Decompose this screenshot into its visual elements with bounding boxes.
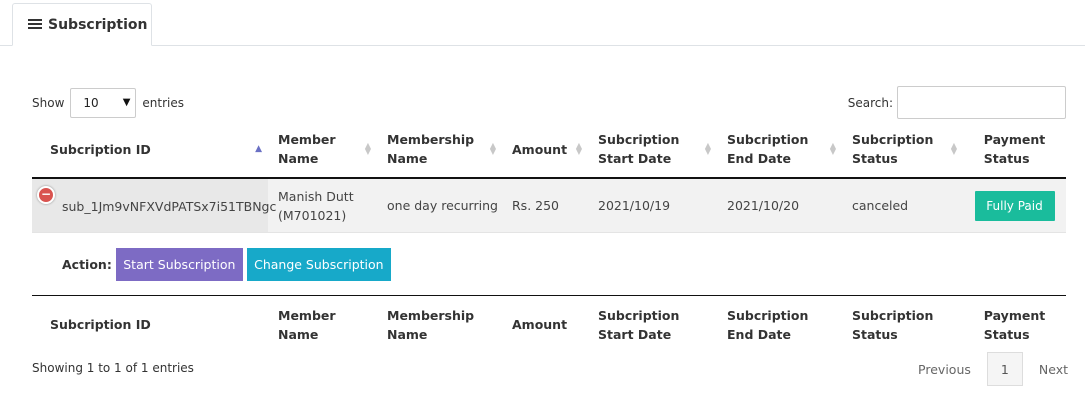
cell-member-name: Manish Dutt (M701021) bbox=[278, 188, 354, 223]
footer-subscription-id: Subcription ID bbox=[50, 317, 151, 332]
search-input[interactable] bbox=[897, 86, 1066, 119]
pagination: Previous 1 Next bbox=[918, 352, 1068, 386]
collapse-row-icon[interactable]: − bbox=[37, 186, 55, 204]
show-label: Show bbox=[32, 96, 65, 110]
subscription-table: Subcription ID ▲ Member Name ▲ ▼ Membershi… bbox=[32, 121, 1066, 353]
cell-start-date: 2021/10/19 bbox=[598, 198, 671, 213]
header-membership-name[interactable]: Membership Name ▲ ▼ bbox=[377, 121, 502, 177]
cell-membership-name: one day recurring bbox=[387, 198, 498, 213]
page-1-button[interactable]: 1 bbox=[986, 352, 1023, 386]
tab-subscription[interactable]: Subscription bbox=[12, 3, 152, 46]
footer-amount: Amount bbox=[512, 317, 568, 332]
sort-icon: ▲ ▼ bbox=[704, 141, 711, 156]
cell-status: canceled bbox=[852, 198, 909, 213]
payment-status-button[interactable]: Fully Paid bbox=[974, 190, 1055, 221]
change-subscription-button[interactable]: Change Subscription bbox=[246, 247, 391, 281]
sort-asc-icon: ▲ bbox=[255, 144, 262, 154]
cell-payment-status: Fully Paid bbox=[963, 179, 1066, 232]
header-amount[interactable]: Amount ▲ ▼ bbox=[502, 121, 588, 177]
header-start-date[interactable]: Subcription Start Date ▲ ▼ bbox=[588, 121, 717, 177]
entries-select[interactable]: 10 bbox=[70, 88, 137, 118]
list-icon bbox=[28, 19, 42, 30]
footer-payment-status: Payment Status bbox=[983, 307, 1046, 342]
tab-label: Subscription bbox=[48, 16, 148, 33]
cell-end-date: 2021/10/20 bbox=[727, 198, 800, 213]
footer-membership-name: Membership Name bbox=[387, 307, 475, 342]
sort-icon: ▲ ▼ bbox=[575, 141, 582, 156]
table-header: Subcription ID ▲ Member Name ▲ ▼ Membershi… bbox=[32, 121, 1066, 179]
search-control: Search: bbox=[848, 86, 1066, 119]
header-status[interactable]: Subcription Status ▲ ▼ bbox=[842, 121, 963, 177]
action-label: Action: bbox=[62, 256, 112, 272]
tab-strip: Subscription bbox=[0, 0, 1085, 46]
footer-end-date: Subcription End Date bbox=[727, 307, 809, 342]
footer-status: Subcription Status bbox=[852, 307, 934, 342]
cell-amount: Rs. 250 bbox=[512, 198, 560, 213]
start-subscription-button[interactable]: Start Subscription bbox=[115, 247, 243, 281]
sort-icon: ▲ ▼ bbox=[829, 141, 836, 156]
sort-icon: ▲ ▼ bbox=[950, 141, 957, 156]
cell-subscription-id: − sub_1Jm9vNFXVdPATSx7i51TBNgc bbox=[32, 179, 276, 232]
header-payment-status[interactable]: Payment Status bbox=[963, 121, 1066, 177]
table-info: Showing 1 to 1 of 1 entries bbox=[32, 361, 194, 375]
footer-start-date: Subcription Start Date bbox=[598, 307, 680, 342]
header-subscription-id[interactable]: Subcription ID ▲ bbox=[32, 121, 268, 177]
previous-page-button[interactable]: Previous bbox=[918, 362, 971, 377]
entries-label: entries bbox=[142, 96, 184, 110]
search-label: Search: bbox=[847, 95, 893, 110]
table-row[interactable]: − sub_1Jm9vNFXVdPATSx7i51TBNgc Manish Du… bbox=[32, 179, 1066, 233]
sort-icon: ▲ ▼ bbox=[489, 141, 496, 156]
row-detail-actions: Action: Start Subscription Change Subscr… bbox=[32, 233, 1066, 295]
footer-member-name: Member Name bbox=[278, 307, 336, 342]
header-member-name[interactable]: Member Name ▲ ▼ bbox=[268, 121, 377, 177]
header-end-date[interactable]: Subcription End Date ▲ ▼ bbox=[717, 121, 842, 177]
sort-icon: ▲ ▼ bbox=[364, 141, 371, 156]
next-page-button[interactable]: Next bbox=[1039, 362, 1068, 377]
table-footer-header: Subcription ID Member Name Membership Name… bbox=[32, 295, 1066, 353]
entries-length-control: Show 10 ▼ entries bbox=[32, 88, 184, 118]
